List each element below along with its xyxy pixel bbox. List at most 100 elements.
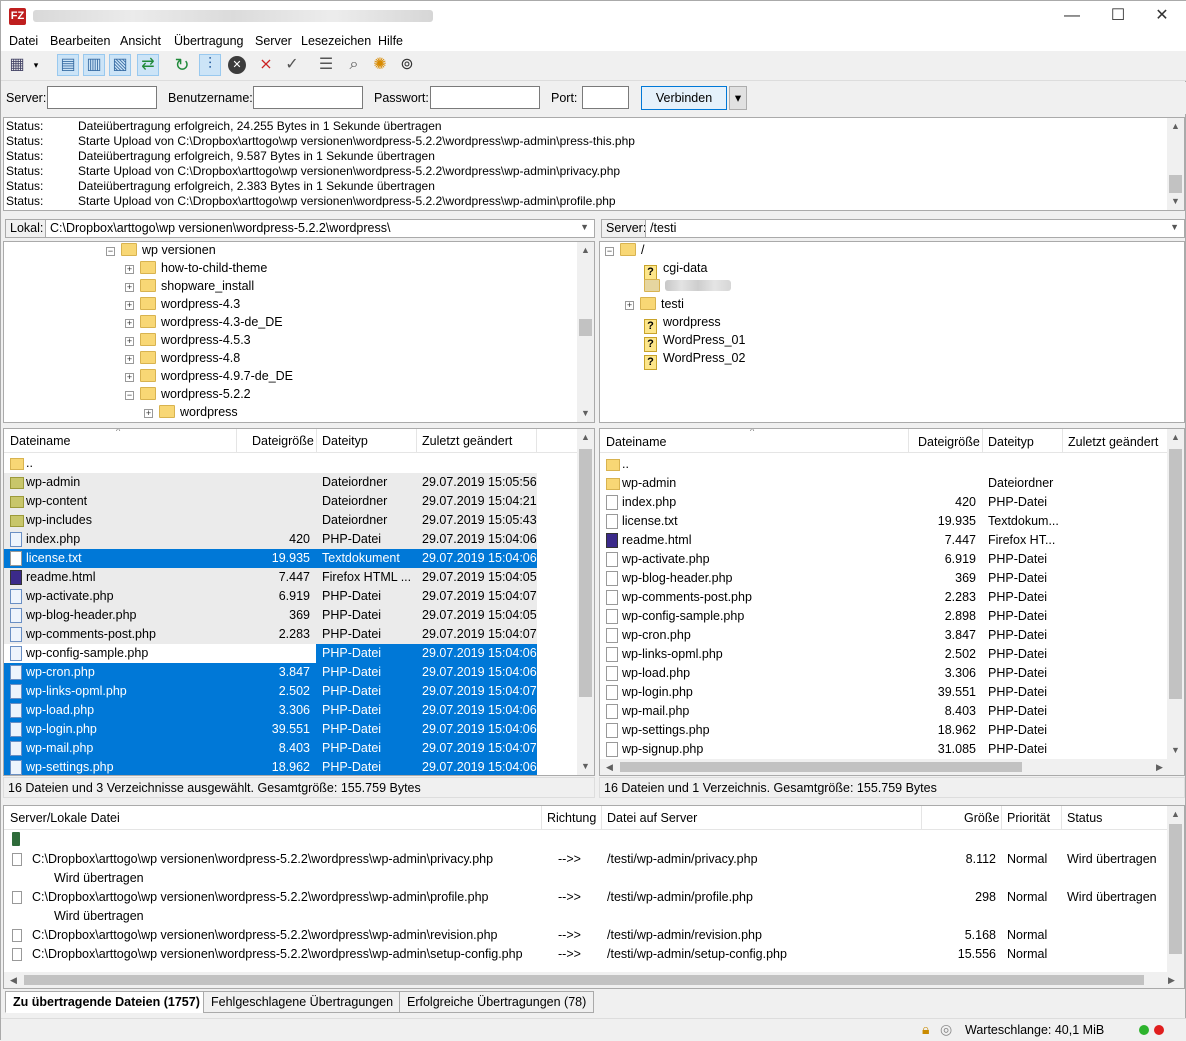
maximize-button[interactable]: ☐ xyxy=(1095,1,1141,31)
remote-file-row[interactable]: wp-settings.php 18.962 PHP-Datei xyxy=(600,721,1166,740)
refresh-icon[interactable]: ↻ xyxy=(171,54,193,76)
queue-server-row[interactable] xyxy=(4,831,1169,850)
tree-node[interactable]: − wordpress-5.2.2 xyxy=(125,387,251,405)
queue-file-row[interactable]: C:\Dropbox\arttogo\wp versionen\wordpres… xyxy=(4,926,1169,945)
local-path-dropdown-icon[interactable]: ▼ xyxy=(580,222,589,232)
menu-uebertragung[interactable]: Übertragung xyxy=(174,34,244,48)
column-filename[interactable]: Dateiname xyxy=(606,435,666,449)
remote-path-dropdown-icon[interactable]: ▼ xyxy=(1170,222,1179,232)
remote-file-row[interactable]: wp-login.php 39.551 PHP-Datei xyxy=(600,683,1166,702)
menu-lesezeichen[interactable]: Lesezeichen xyxy=(301,34,371,48)
remote-file-row[interactable]: wp-comments-post.php 2.283 PHP-Datei xyxy=(600,588,1166,607)
remote-file-row[interactable]: wp-links-opml.php 2.502 PHP-Datei xyxy=(600,645,1166,664)
tree-node[interactable]: + testi xyxy=(625,297,684,315)
expand-icon[interactable]: + xyxy=(125,283,134,292)
toggle-transfer-queue-icon[interactable]: ⇄ xyxy=(137,54,159,76)
toggle-message-log-icon[interactable]: ▤ xyxy=(57,54,79,76)
remote-file-row[interactable]: wp-config-sample.php 2.898 PHP-Datei xyxy=(600,607,1166,626)
scroll-thumb[interactable] xyxy=(579,319,592,336)
local-file-row[interactable]: index.php 420 PHP-Datei 29.07.2019 15:04:06 xyxy=(4,530,537,549)
tree-node[interactable]: ? wordpress xyxy=(644,315,721,334)
queue-hscrollbar[interactable]: ◀ ▶ xyxy=(4,972,1184,988)
local-file-row[interactable]: license.txt 19.935 Textdokument 29.07.2019 … xyxy=(4,549,537,568)
tab-queued-files[interactable]: Zu übertragende Dateien (1757) xyxy=(5,991,208,1013)
filter-icon[interactable]: ☰ xyxy=(315,54,337,76)
local-file-scrollbar[interactable]: ▲ ▼ xyxy=(577,429,594,775)
tree-node[interactable]: + how-to-child-theme xyxy=(125,261,267,279)
local-file-row[interactable]: wp-admin Dateiordner 29.07.2019 15:05:56 xyxy=(4,473,537,492)
tab-failed-transfers[interactable]: Fehlgeschlagene Übertragungen xyxy=(203,991,402,1013)
scroll-up-icon[interactable]: ▲ xyxy=(577,429,594,446)
local-file-row[interactable]: wp-includes Dateiordner 29.07.2019 15:05:4… xyxy=(4,511,537,530)
expand-icon[interactable]: + xyxy=(625,301,634,310)
scroll-thumb[interactable] xyxy=(579,449,592,697)
expand-icon[interactable]: + xyxy=(125,355,134,364)
process-queue-icon[interactable]: ⫶ xyxy=(199,54,221,76)
scroll-up-icon[interactable]: ▲ xyxy=(577,242,594,259)
scroll-down-icon[interactable]: ▼ xyxy=(577,405,594,422)
scroll-down-icon[interactable]: ▼ xyxy=(1167,193,1184,210)
remote-file-row[interactable]: wp-cron.php 3.847 PHP-Datei xyxy=(600,626,1166,645)
column-remote-file[interactable]: Datei auf Server xyxy=(607,811,697,825)
find-files-binoculars-icon[interactable]: ⊚ xyxy=(396,54,418,76)
local-file-row[interactable]: readme.html 7.447 Firefox HTML ... 29.07.20… xyxy=(4,568,537,587)
remote-file-row[interactable]: .. xyxy=(600,455,1166,474)
server-input[interactable] xyxy=(47,86,157,109)
local-file-row[interactable]: wp-comments-post.php 2.283 PHP-Datei 29.07.… xyxy=(4,625,537,644)
scroll-up-icon[interactable]: ▲ xyxy=(1167,118,1184,135)
scroll-thumb[interactable] xyxy=(1169,824,1182,954)
sync-browsing-icon[interactable]: ✺ xyxy=(369,54,391,76)
tree-node[interactable]: − / xyxy=(605,243,644,261)
local-file-row[interactable]: wp-config-sample.php PHP-Datei 29.07.2019 … xyxy=(4,644,537,663)
close-button[interactable]: ✕ xyxy=(1139,1,1185,31)
reconnect-icon[interactable]: ✓ xyxy=(281,54,303,76)
remote-file-row[interactable]: wp-activate.php 6.919 PHP-Datei xyxy=(600,550,1166,569)
column-filesize[interactable]: Dateigröße xyxy=(918,435,980,449)
tree-node[interactable] xyxy=(644,279,731,297)
scroll-thumb[interactable] xyxy=(620,762,1022,772)
column-modified[interactable]: Zuletzt geändert xyxy=(422,434,512,448)
column-size[interactable]: Größe xyxy=(964,811,999,825)
queue-file-row[interactable]: C:\Dropbox\arttogo\wp versionen\wordpres… xyxy=(4,888,1169,907)
scroll-right-icon[interactable]: ▶ xyxy=(1156,762,1163,773)
expand-icon[interactable]: + xyxy=(125,319,134,328)
scroll-right-icon[interactable]: ▶ xyxy=(1168,975,1175,986)
expand-icon[interactable]: + xyxy=(125,373,134,382)
connect-history-dropdown[interactable]: ▾ xyxy=(729,86,747,110)
collapse-icon[interactable]: − xyxy=(605,247,614,256)
column-local-file[interactable]: Server/Lokale Datei xyxy=(10,811,120,825)
local-file-row[interactable]: wp-links-opml.php 2.502 PHP-Datei 29.07.201… xyxy=(4,682,537,701)
connect-button[interactable]: Verbinden xyxy=(641,86,727,110)
toggle-local-tree-icon[interactable]: ▥ xyxy=(83,54,105,76)
local-file-row[interactable]: wp-mail.php 8.403 PHP-Datei 29.07.2019 15:0… xyxy=(4,739,537,758)
remote-file-row[interactable]: wp-blog-header.php 369 PHP-Datei xyxy=(600,569,1166,588)
queue-file-row[interactable]: C:\Dropbox\arttogo\wp versionen\wordpres… xyxy=(4,945,1169,964)
tab-successful-transfers[interactable]: Erfolgreiche Übertragungen (78) xyxy=(399,991,595,1013)
column-direction[interactable]: Richtung xyxy=(547,811,596,825)
remote-file-row[interactable]: license.txt 19.935 Textdokum... xyxy=(600,512,1166,531)
queue-file-row[interactable]: C:\Dropbox\arttogo\wp versionen\wordpres… xyxy=(4,850,1169,869)
local-file-row[interactable]: wp-login.php 39.551 PHP-Datei 29.07.2019 15… xyxy=(4,720,537,739)
local-file-row[interactable]: wp-cron.php 3.847 PHP-Datei 29.07.2019 15:0… xyxy=(4,663,537,682)
username-input[interactable] xyxy=(253,86,363,109)
tree-node[interactable]: − wp versionen xyxy=(106,243,216,261)
site-manager-icon[interactable]: ▦ xyxy=(6,54,28,76)
tree-node[interactable]: + wordpress xyxy=(144,405,238,422)
password-input[interactable] xyxy=(430,86,540,109)
scroll-left-icon[interactable]: ◀ xyxy=(10,975,17,986)
local-file-row[interactable]: .. xyxy=(4,454,537,473)
menu-datei[interactable]: Datei xyxy=(9,34,38,48)
expand-icon[interactable]: + xyxy=(125,337,134,346)
tree-node[interactable]: ? cgi-data xyxy=(644,261,707,280)
remote-hscrollbar[interactable]: ◀ ▶ xyxy=(600,759,1184,775)
menu-ansicht[interactable]: Ansicht xyxy=(120,34,161,48)
speed-limit-icon[interactable]: ◎ xyxy=(940,1021,952,1038)
menu-bearbeiten[interactable]: Bearbeiten xyxy=(50,34,110,48)
queue-scrollbar[interactable]: ▲ xyxy=(1167,806,1184,972)
collapse-icon[interactable]: − xyxy=(106,247,115,256)
remote-file-row[interactable]: wp-mail.php 8.403 PHP-Datei xyxy=(600,702,1166,721)
scroll-thumb[interactable] xyxy=(1169,449,1182,699)
minimize-button[interactable]: — xyxy=(1049,1,1095,31)
local-tree-scrollbar[interactable]: ▲ ▼ xyxy=(577,242,594,422)
tree-node[interactable]: + wordpress-4.8 xyxy=(125,351,240,369)
